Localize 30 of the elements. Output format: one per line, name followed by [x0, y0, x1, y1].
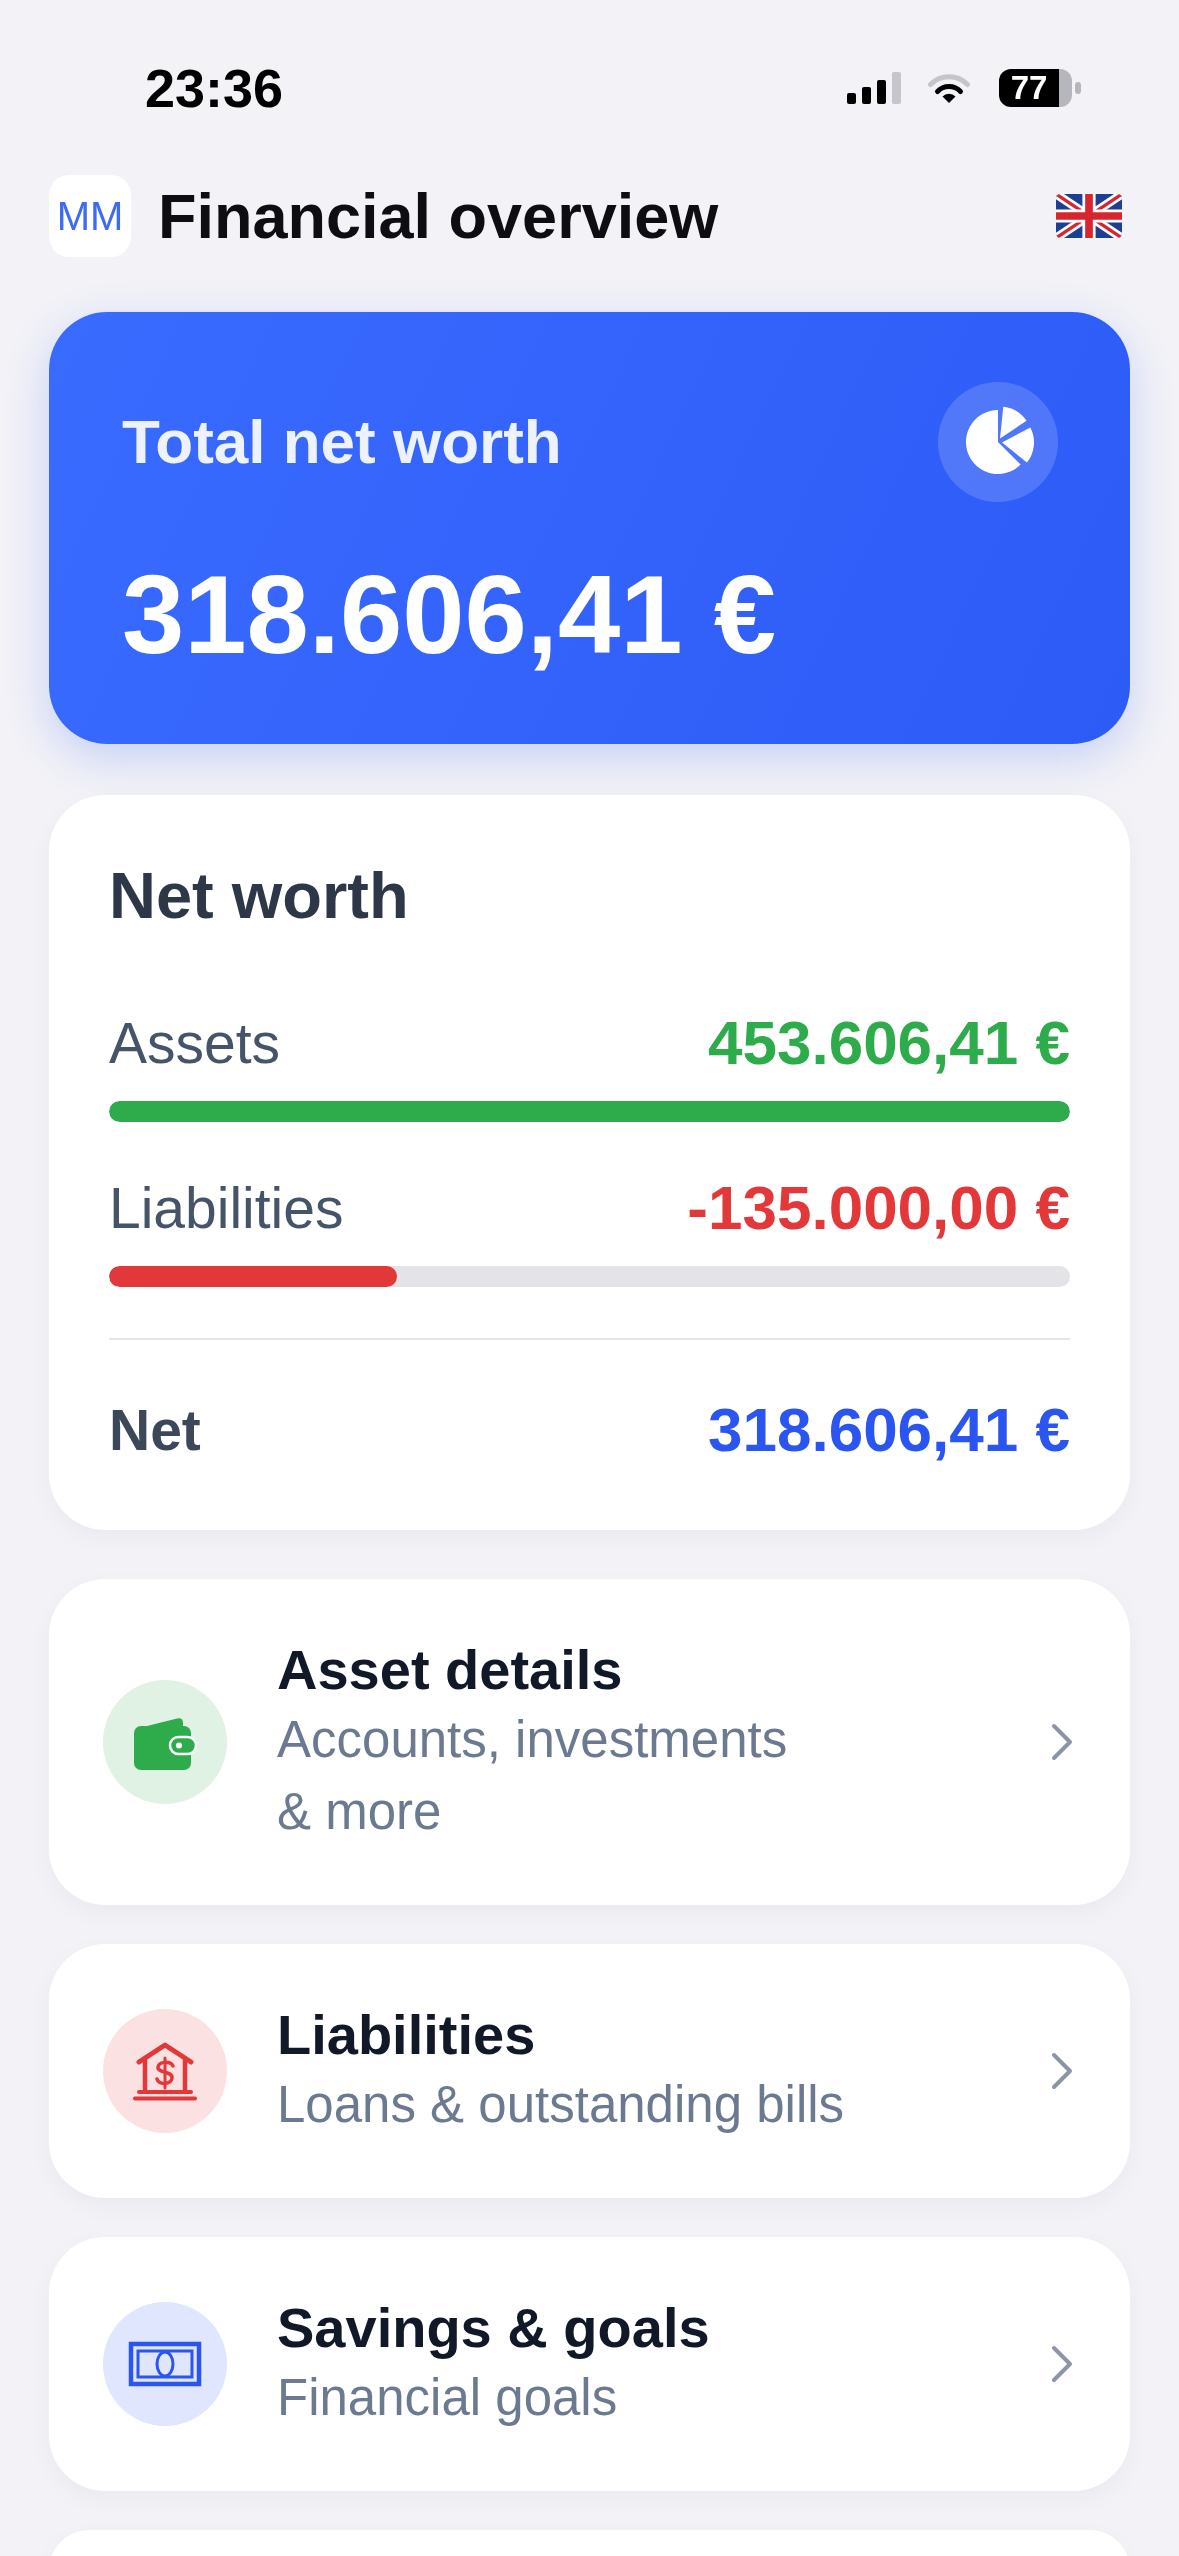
status-time: 23:36	[145, 58, 284, 118]
page-title: Financial overview	[158, 180, 720, 253]
row-label: Liabilities	[109, 1175, 344, 1242]
nav-card[interactable]: Asset details Accounts, investments & more	[49, 1579, 1130, 1905]
nav-card[interactable]: Liabilities Loans & outstanding bills	[49, 1944, 1130, 2198]
card-title: Total net worth	[122, 406, 562, 478]
wifi-icon	[927, 72, 971, 104]
flag-icon[interactable]	[1056, 194, 1122, 238]
app-logo: MM	[49, 175, 131, 257]
card-title: Net worth	[109, 859, 410, 933]
chevron-icon	[1051, 2052, 1073, 2090]
nav-card[interactable]: Savings & goals Financial goals	[49, 2237, 1130, 2491]
pie-chart-icon[interactable]	[938, 382, 1058, 502]
total-amount: 318.606,41 €	[122, 551, 777, 679]
chevron-icon	[1051, 2345, 1073, 2383]
chevron-icon	[1051, 1723, 1073, 1761]
row-value: -135.000,00 €	[687, 1173, 1070, 1243]
signal-icon	[847, 72, 901, 104]
row-label: Assets	[109, 1010, 281, 1077]
battery-icon	[1059, 69, 1081, 107]
item-subtitle: Loans & outstanding bills	[277, 2075, 845, 2135]
item-subtitle: Financial goals	[277, 2368, 618, 2428]
item-title: Savings & goals	[277, 2295, 710, 2361]
item-title: Liabilities	[277, 2002, 536, 2068]
item-subtitle: Accounts, investments & more	[277, 1710, 788, 1842]
row-label: Net	[109, 1397, 201, 1464]
battery-percentage: 77	[999, 69, 1059, 107]
item-title: Asset details	[277, 1637, 623, 1703]
row-value: 318.606,41 €	[708, 1395, 1070, 1465]
row-value: 453.606,41 €	[708, 1008, 1070, 1078]
